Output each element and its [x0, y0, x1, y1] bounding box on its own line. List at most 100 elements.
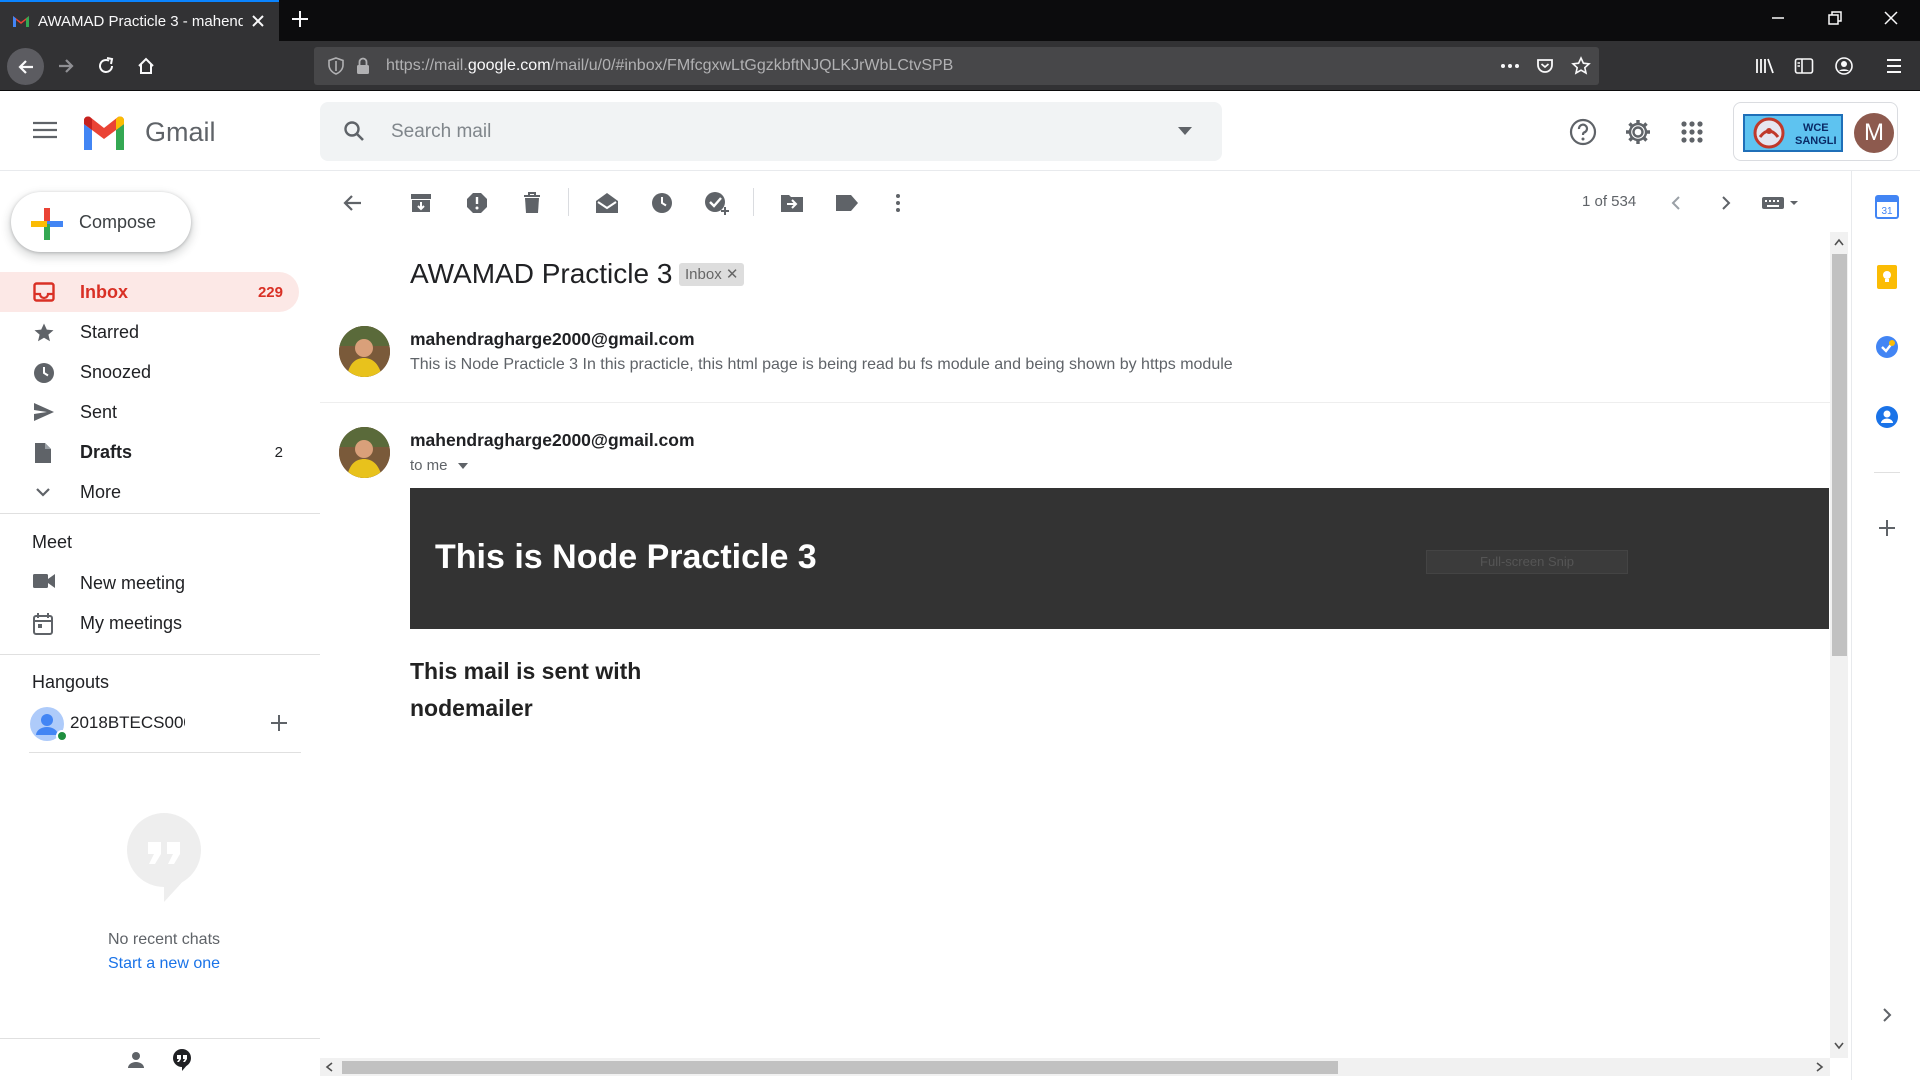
horizontal-scrollbar[interactable]: [320, 1058, 1830, 1076]
move-to-button[interactable]: [779, 190, 805, 216]
sidebar-divider: [0, 654, 320, 655]
search-bar[interactable]: Search mail: [320, 102, 1222, 161]
sidebar-item-snoozed[interactable]: Snoozed: [0, 352, 299, 392]
back-to-inbox-button[interactable]: [340, 190, 366, 216]
more-options-button[interactable]: [885, 190, 911, 216]
contacts-person-icon[interactable]: [127, 1051, 145, 1069]
hangouts-heading: Hangouts: [32, 672, 110, 692]
inbox-label-chip[interactable]: Inbox ✕: [679, 263, 745, 286]
email-body-text: This mail is sent with nodemailer: [410, 658, 642, 721]
email-banner: This is Node Practicle 3 Full-screen Sni…: [410, 488, 1829, 629]
sidebar-toggle-icon[interactable]: [1788, 50, 1820, 82]
back-button[interactable]: [7, 48, 44, 85]
hangouts-user-avatar[interactable]: [29, 706, 69, 742]
gmail-logo-icon[interactable]: [81, 116, 127, 150]
new-meeting-label: New meeting: [80, 573, 186, 593]
vertical-scrollbar[interactable]: [1830, 232, 1848, 1058]
search-input[interactable]: Search mail: [391, 121, 491, 143]
close-tab-icon[interactable]: [250, 13, 266, 29]
browser-tab[interactable]: AWAMAD Practicle 3 - mahendragharge2000@…: [0, 0, 279, 41]
mark-unread-button[interactable]: [594, 190, 620, 216]
help-icon[interactable]: [1569, 118, 1597, 146]
sidebar-item-label: Starred: [80, 322, 140, 342]
message-snippet[interactable]: This is Node Practicle 3 In this practic…: [410, 356, 1233, 374]
recipient-text: to me: [410, 457, 448, 474]
input-tools-button[interactable]: [1762, 190, 1802, 216]
compose-plus-icon: [31, 208, 63, 240]
bookmark-star-icon[interactable]: [1571, 56, 1591, 76]
sidebar-item-inbox[interactable]: Inbox 229: [0, 272, 299, 312]
hangouts-chat-icon[interactable]: [172, 1049, 192, 1071]
main-menu-icon[interactable]: [33, 121, 57, 139]
sidebar-item-starred[interactable]: Starred: [0, 312, 299, 352]
remove-label-icon[interactable]: ✕: [726, 266, 739, 283]
close-window-icon[interactable]: [1883, 10, 1899, 26]
sender-email[interactable]: mahendragharge2000@gmail.com: [410, 430, 695, 451]
my-meetings-item[interactable]: My meetings: [0, 603, 299, 643]
scroll-up-icon[interactable]: [1834, 238, 1844, 246]
side-panel-separator: [1874, 472, 1900, 473]
vertical-scroll-thumb[interactable]: [1832, 254, 1847, 656]
google-contacts-icon[interactable]: [1875, 405, 1899, 429]
gmail-wordmark[interactable]: Gmail: [145, 117, 216, 148]
avatar[interactable]: M: [1854, 113, 1894, 153]
sidebar-item-more[interactable]: More: [0, 472, 299, 512]
forward-button[interactable]: [50, 50, 82, 82]
new-meeting-item[interactable]: New meeting: [0, 563, 299, 603]
new-tab-icon[interactable]: [290, 9, 310, 29]
unread-count: 229: [257, 284, 283, 301]
horizontal-scroll-thumb[interactable]: [342, 1061, 1338, 1074]
account-switcher[interactable]: WCE SANGLI M: [1733, 102, 1898, 161]
delete-button[interactable]: [519, 190, 545, 216]
newer-button[interactable]: [1663, 190, 1689, 216]
google-tasks-icon[interactable]: [1875, 335, 1899, 359]
add-to-tasks-button[interactable]: [704, 190, 730, 216]
recipient-details[interactable]: to me: [410, 457, 468, 474]
report-spam-button[interactable]: [464, 190, 490, 216]
page-actions-icon[interactable]: [1500, 57, 1520, 75]
sidebar-item-drafts[interactable]: Drafts 2: [0, 432, 299, 472]
reload-button[interactable]: [90, 50, 122, 82]
labels-button[interactable]: [834, 190, 860, 216]
address-bar[interactable]: https://mail.google.com/mail/u/0/#inbox/…: [314, 47, 1599, 85]
archive-button[interactable]: [408, 190, 434, 216]
shield-icon[interactable]: [328, 57, 344, 75]
minimize-window-icon[interactable]: [1770, 10, 1786, 26]
sender-avatar[interactable]: [339, 326, 390, 377]
apps-grid-icon[interactable]: [1681, 121, 1703, 143]
compose-button[interactable]: Compose: [11, 192, 191, 252]
scroll-right-icon[interactable]: [1816, 1062, 1824, 1072]
hangouts-user-name[interactable]: 2018BTECS000: [70, 713, 185, 733]
google-calendar-icon[interactable]: 31: [1875, 195, 1899, 219]
snooze-button[interactable]: [649, 190, 675, 216]
older-button[interactable]: [1713, 190, 1739, 216]
sidebar-item-label: Drafts: [80, 442, 133, 462]
hamburger-menu-icon[interactable]: [1878, 50, 1910, 82]
my-meetings-label: My meetings: [80, 613, 183, 633]
browser-nav-bar: https://mail.google.com/mail/u/0/#inbox/…: [0, 41, 1920, 91]
sender-email[interactable]: mahendragharge2000@gmail.com: [410, 329, 695, 350]
settings-gear-icon[interactable]: [1624, 118, 1652, 146]
get-addons-plus-icon[interactable]: [1875, 516, 1899, 540]
google-keep-icon[interactable]: [1875, 265, 1899, 289]
side-panel-divider: [1851, 171, 1852, 1080]
restore-window-icon[interactable]: [1827, 10, 1843, 26]
search-options-icon[interactable]: [1178, 127, 1192, 135]
scroll-left-icon[interactable]: [325, 1062, 333, 1072]
start-new-chat-link[interactable]: Start a new one: [0, 955, 328, 973]
pocket-icon[interactable]: [1536, 57, 1554, 75]
lock-icon[interactable]: [356, 57, 370, 75]
home-button[interactable]: [130, 50, 162, 82]
scroll-down-icon[interactable]: [1834, 1042, 1844, 1050]
search-icon[interactable]: [342, 119, 366, 143]
sidebar-item-label: More: [80, 482, 122, 502]
meet-heading: Meet: [32, 532, 73, 552]
account-icon[interactable]: [1828, 50, 1860, 82]
sidebar-item-sent[interactable]: Sent: [0, 392, 299, 432]
show-side-panel-chevron-icon[interactable]: [1875, 1003, 1899, 1027]
sender-avatar[interactable]: [339, 427, 390, 478]
add-icon[interactable]: [270, 714, 288, 732]
library-icon[interactable]: [1749, 50, 1781, 82]
url-text[interactable]: https://mail.google.com/mail/u/0/#inbox/…: [386, 57, 953, 75]
hangouts-bottom-bar: [0, 1038, 320, 1080]
